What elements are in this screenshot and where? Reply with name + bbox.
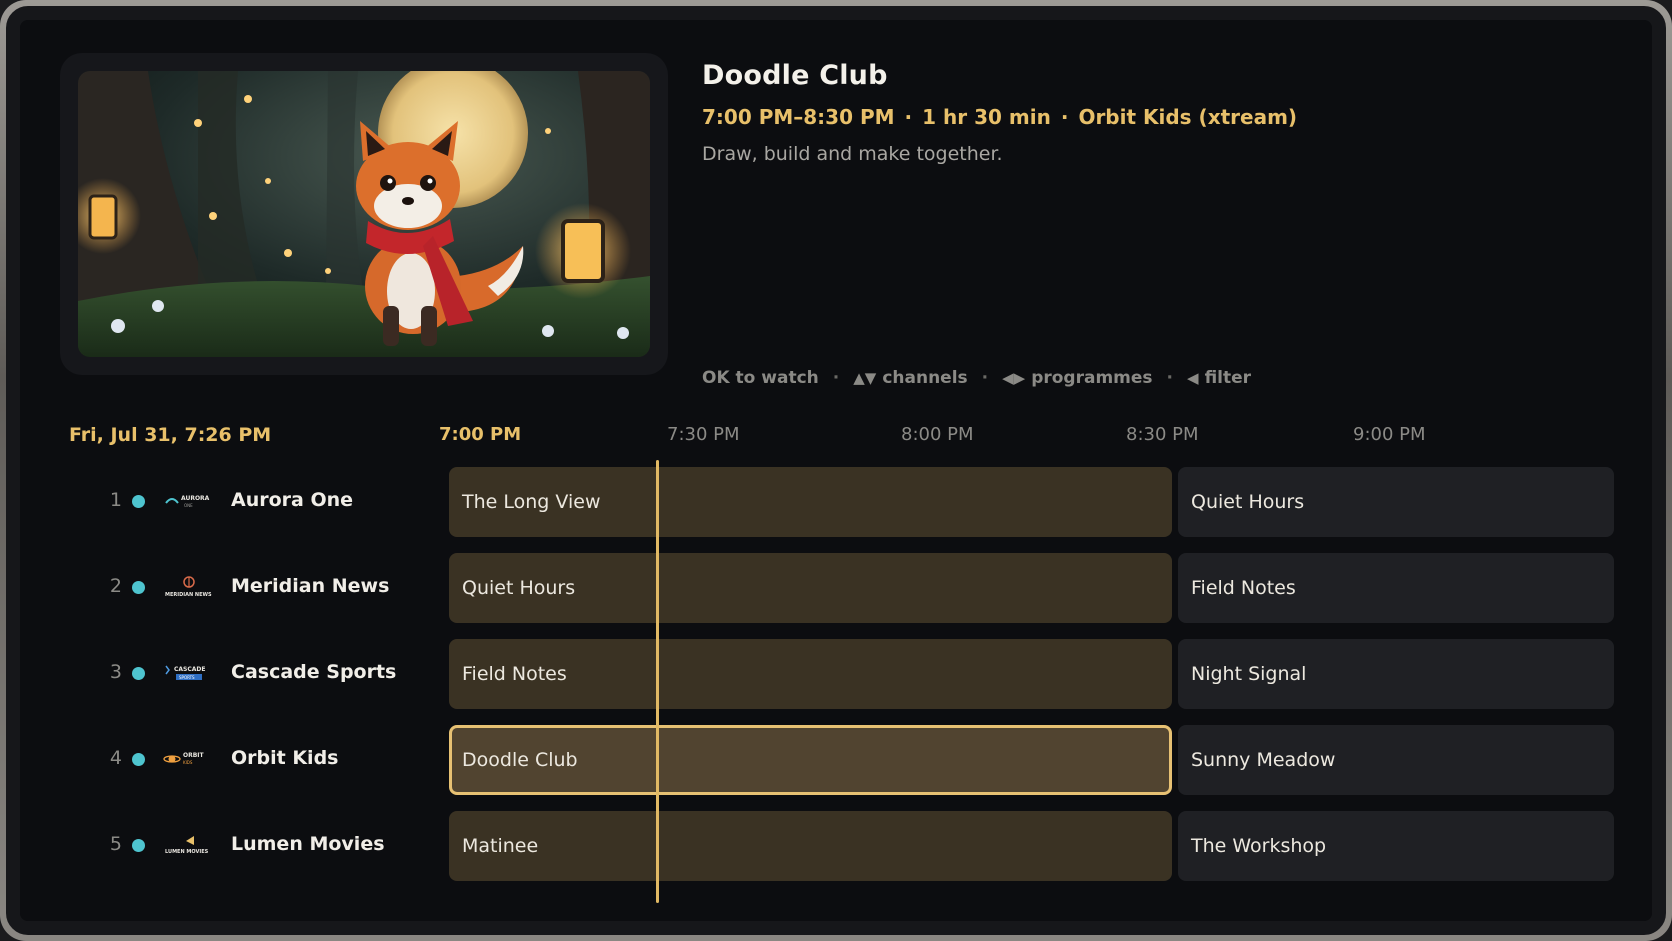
program-preview-image xyxy=(78,71,650,357)
channel-row-orbit-kids: 4 ORBIT KIDS Orbit Kids Doodle Club Sunn… xyxy=(20,723,1640,795)
program-cell[interactable]: Field Notes xyxy=(449,639,1172,709)
hint-channels: channels xyxy=(882,368,968,388)
channel-logo-subtext: SPORTS xyxy=(179,675,195,680)
channel-name: Aurora One xyxy=(231,489,354,511)
separator-dot: · xyxy=(1060,105,1069,129)
program-meta: 7:00 PM–8:30 PM · 1 hr 30 min · Orbit Kids (… xyxy=(702,105,1602,129)
program-cell-selected[interactable]: Doodle Club xyxy=(449,725,1172,795)
separator-dot: · xyxy=(981,368,989,388)
channel-name: Meridian News xyxy=(231,575,390,597)
timeline-slot: 8:30 PM xyxy=(1126,424,1199,445)
status-dot xyxy=(132,753,145,766)
channel-logo-text: MERIDIAN NEWS xyxy=(165,592,212,598)
channel-logo-icon: MERIDIAN NEWS xyxy=(165,576,212,598)
timeline-slot: 7:30 PM xyxy=(667,424,740,445)
hint-programmes: programmes xyxy=(1031,368,1153,388)
channel-logo-icon: AURORA ONE xyxy=(165,495,210,508)
program-cell[interactable]: Field Notes xyxy=(1178,553,1614,623)
channel-number: 4 xyxy=(109,747,122,769)
status-dot xyxy=(132,495,145,508)
channel-row-lumen-movies: 5 LUMEN MOVIES Lumen Movies Matinee The … xyxy=(20,809,1640,881)
channel-logo-text: CASCADE xyxy=(174,666,206,673)
channel-name: Lumen Movies xyxy=(231,833,385,855)
timeline-slot-current: 7:00 PM xyxy=(439,424,522,445)
timeline-slot: 8:00 PM xyxy=(901,424,974,445)
channel-logo-text: ORBIT xyxy=(183,752,205,759)
program-cell[interactable]: Quiet Hours xyxy=(449,553,1172,623)
status-dot xyxy=(132,839,145,852)
channel-logo-icon: CASCADE SPORTS xyxy=(165,665,206,680)
channel-row-meridian-news: 2 MERIDIAN NEWS Meridian News Quiet Hour… xyxy=(20,551,1640,623)
program-cell[interactable]: The Workshop xyxy=(1178,811,1614,881)
epg-guide: Doodle Club 7:00 PM–8:30 PM · 1 hr 30 min ·… xyxy=(20,20,1652,921)
program-duration: 1 hr 30 min xyxy=(922,105,1051,129)
channel-logo-text: AURORA xyxy=(181,495,210,502)
channel-logo-text: LUMEN MOVIES xyxy=(165,849,209,855)
program-cell[interactable]: Matinee xyxy=(449,811,1172,881)
hint-watch: OK to watch xyxy=(702,368,819,388)
program-description: Draw, build and make together. xyxy=(702,143,1003,165)
preview-card xyxy=(60,53,668,375)
hint-filter: filter xyxy=(1204,368,1252,388)
timeline-slot: 9:00 PM xyxy=(1353,424,1426,445)
program-cell[interactable]: Night Signal xyxy=(1178,639,1614,709)
channel-number: 2 xyxy=(109,575,122,597)
program-time-range: 7:00 PM–8:30 PM xyxy=(702,105,895,129)
channel-logo-icon: ORBIT KIDS xyxy=(163,752,205,765)
channel-name: Orbit Kids xyxy=(231,747,339,769)
channel-logo-subtext: ONE xyxy=(184,503,193,508)
separator-dot: · xyxy=(904,105,913,129)
tv-screen: Doodle Club 7:00 PM–8:30 PM · 1 hr 30 min ·… xyxy=(6,6,1666,935)
channel-row-cascade-sports: 3 CASCADE SPORTS Cascade Sports Field No… xyxy=(20,637,1640,709)
program-cell[interactable]: Sunny Meadow xyxy=(1178,725,1614,795)
channel-number: 1 xyxy=(109,489,122,511)
fox-illustration xyxy=(78,71,650,357)
up-down-arrows-icon: ▲▼ xyxy=(853,369,877,387)
left-right-arrows-icon: ◀▶ xyxy=(1002,369,1026,387)
channel-name: Cascade Sports xyxy=(231,661,397,683)
separator-dot: · xyxy=(1166,368,1174,388)
program-channel: Orbit Kids xyxy=(1078,105,1192,129)
current-datetime: Fri, Jul 31, 7:26 PM xyxy=(69,424,272,446)
program-source: (xtream) xyxy=(1198,105,1298,129)
program-cell[interactable]: Quiet Hours xyxy=(1178,467,1614,537)
channel-number: 5 xyxy=(109,833,122,855)
remote-hints: OK to watch · ▲▼ channels · ◀▶ programme… xyxy=(702,368,1251,388)
channel-logo-subtext: KIDS xyxy=(183,760,193,765)
current-time-indicator xyxy=(656,460,659,903)
left-arrow-icon: ◀ xyxy=(1187,369,1199,387)
program-cell[interactable]: The Long View xyxy=(449,467,1172,537)
channel-logo-icon: LUMEN MOVIES xyxy=(165,836,209,855)
status-dot xyxy=(132,581,145,594)
status-dot xyxy=(132,667,145,680)
channel-number: 3 xyxy=(109,661,122,683)
program-info: Doodle Club 7:00 PM–8:30 PM · 1 hr 30 min ·… xyxy=(702,60,1602,165)
program-title: Doodle Club xyxy=(702,60,888,91)
separator-dot: · xyxy=(832,368,840,388)
channel-row-aurora-one: 1 AURORA ONE Aurora One The Long View Qu… xyxy=(20,465,1640,537)
